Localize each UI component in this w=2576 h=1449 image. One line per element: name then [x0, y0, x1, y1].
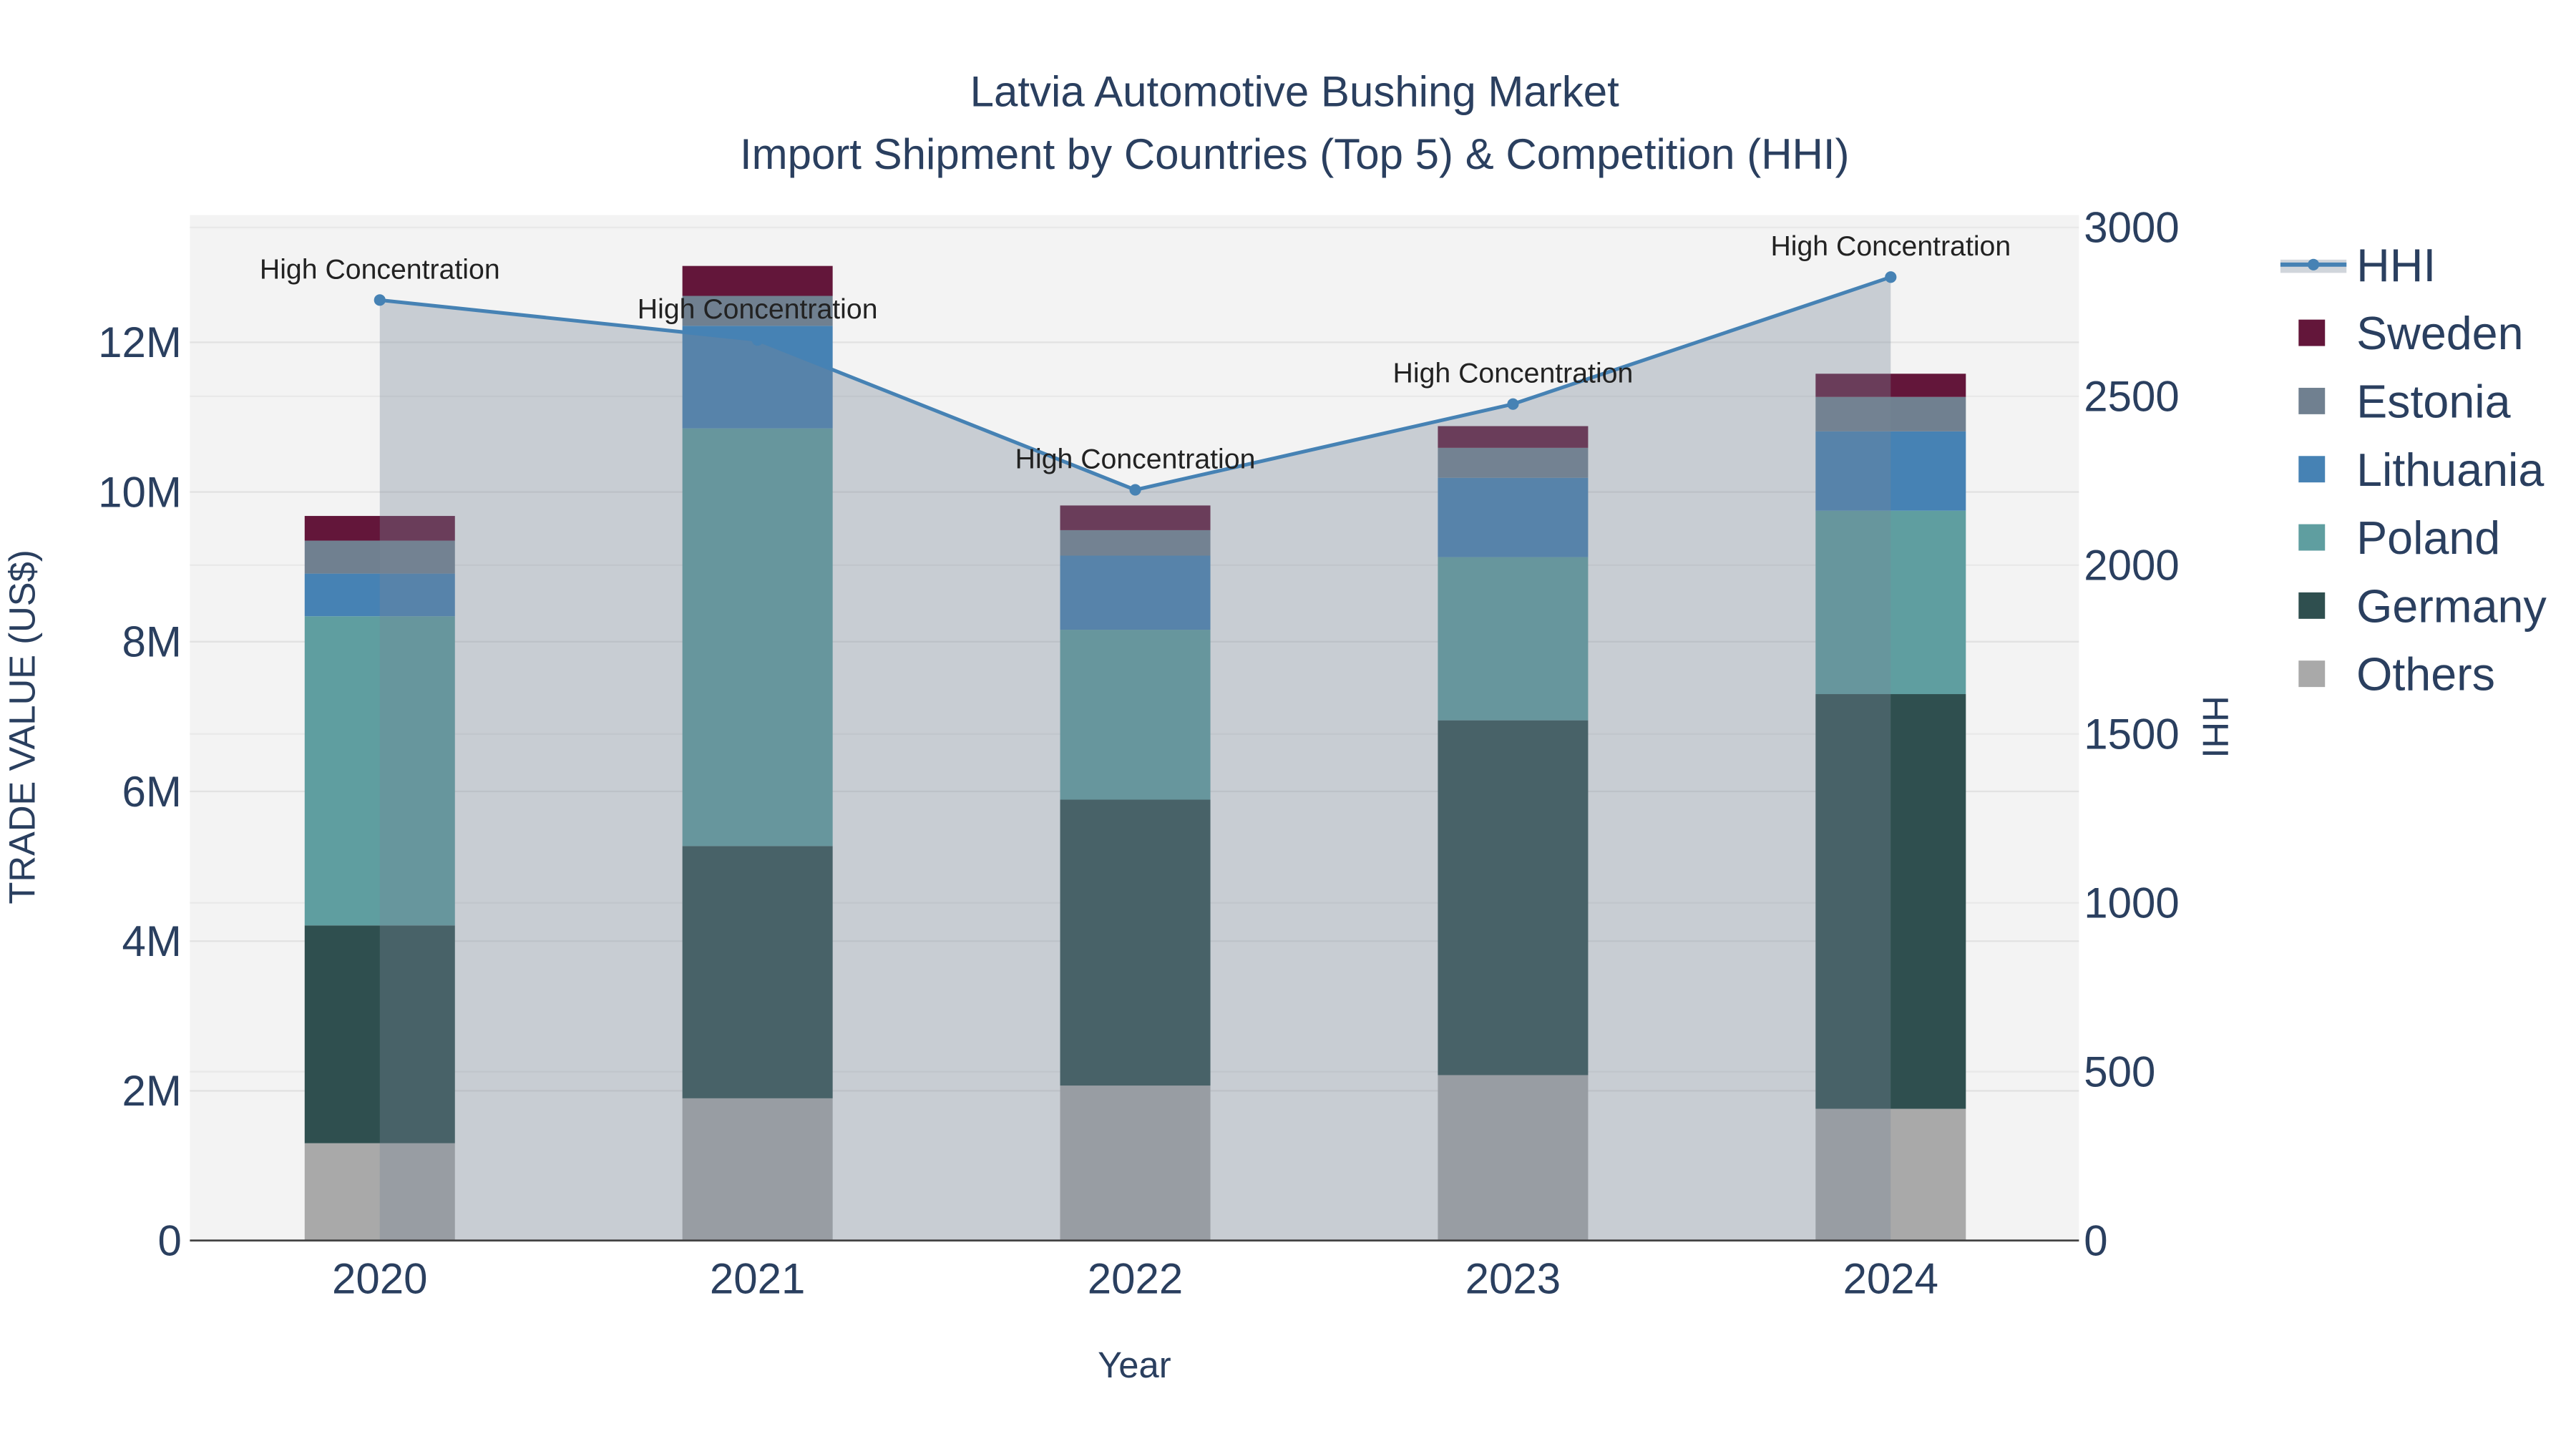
hhi-annotation: High Concentration — [1015, 444, 1256, 475]
y2-tick-label: 1000 — [2084, 879, 2179, 927]
y2-axis-title: HHI — [2195, 696, 2235, 758]
legend-item-poland[interactable]: Poland — [2356, 512, 2500, 564]
y-tick-label: 0 — [157, 1216, 181, 1264]
y-tick-label: 8M — [122, 618, 181, 666]
y2-tick-label: 2000 — [2084, 542, 2179, 590]
y2-tick-label: 500 — [2084, 1048, 2155, 1096]
chart: High Concentration High Concentration High… — [1, 67, 2547, 1385]
y-tick-label: 4M — [122, 917, 181, 965]
legend-swatch-lithuania — [2298, 456, 2326, 483]
legend-swatch-poland — [2298, 524, 2326, 551]
hhi-point — [374, 294, 386, 306]
hhi-annotation: High Concentration — [638, 293, 878, 325]
legend-swatch-others — [2298, 660, 2326, 688]
x-tick-label: 2020 — [332, 1255, 427, 1303]
hhi-annotation: High Concentration — [260, 253, 500, 285]
y2-tick-label: 0 — [2084, 1216, 2107, 1264]
legend-item-others[interactable]: Others — [2356, 649, 2495, 701]
y2-tick-label: 1500 — [2084, 711, 2179, 758]
hhi-point — [1507, 398, 1519, 410]
x-tick-label: 2022 — [1088, 1255, 1183, 1303]
legend-swatch-germany — [2298, 592, 2326, 619]
hhi-point — [1885, 271, 1897, 283]
legend-hhi-marker — [2308, 258, 2320, 270]
legend-swatch-estonia — [2298, 387, 2326, 414]
hhi-point — [1129, 484, 1141, 496]
x-tick-label: 2024 — [1843, 1255, 1938, 1303]
y-tick-label: 12M — [98, 318, 182, 366]
y-tick-label: 10M — [98, 468, 182, 516]
y2-tick-label: 2500 — [2084, 373, 2179, 421]
hhi-annotation: High Concentration — [1393, 358, 1634, 389]
legend-item-germany[interactable]: Germany — [2356, 580, 2547, 632]
x-axis-title: Year — [1098, 1345, 1171, 1385]
x-tick-label: 2021 — [710, 1255, 805, 1303]
legend-item-sweden[interactable]: Sweden — [2356, 308, 2523, 359]
chart-title: Latvia Automotive Bushing Market — [970, 67, 1619, 115]
y-tick-label: 6M — [122, 768, 181, 816]
hhi-annotation: High Concentration — [1770, 230, 2011, 262]
legend: HHI Sweden Estonia Lithuania Poland Germany Ot… — [2280, 240, 2547, 701]
chart-subtitle: Import Shipment by Countries (Top 5) & C… — [740, 130, 1850, 178]
legend-item-lithuania[interactable]: Lithuania — [2356, 444, 2544, 496]
bar-sweden-2021 — [682, 265, 833, 296]
x-tick-label: 2023 — [1465, 1255, 1561, 1303]
y-tick-label: 2M — [122, 1067, 181, 1115]
hhi-point — [751, 333, 763, 346]
y2-tick-label: 3000 — [2084, 204, 2179, 252]
legend-item-estonia[interactable]: Estonia — [2356, 376, 2511, 428]
legend-swatch-sweden — [2298, 319, 2326, 346]
y-axis-title: TRADE VALUE (US$) — [1, 550, 42, 904]
legend-item-hhi[interactable]: HHI — [2356, 240, 2436, 291]
